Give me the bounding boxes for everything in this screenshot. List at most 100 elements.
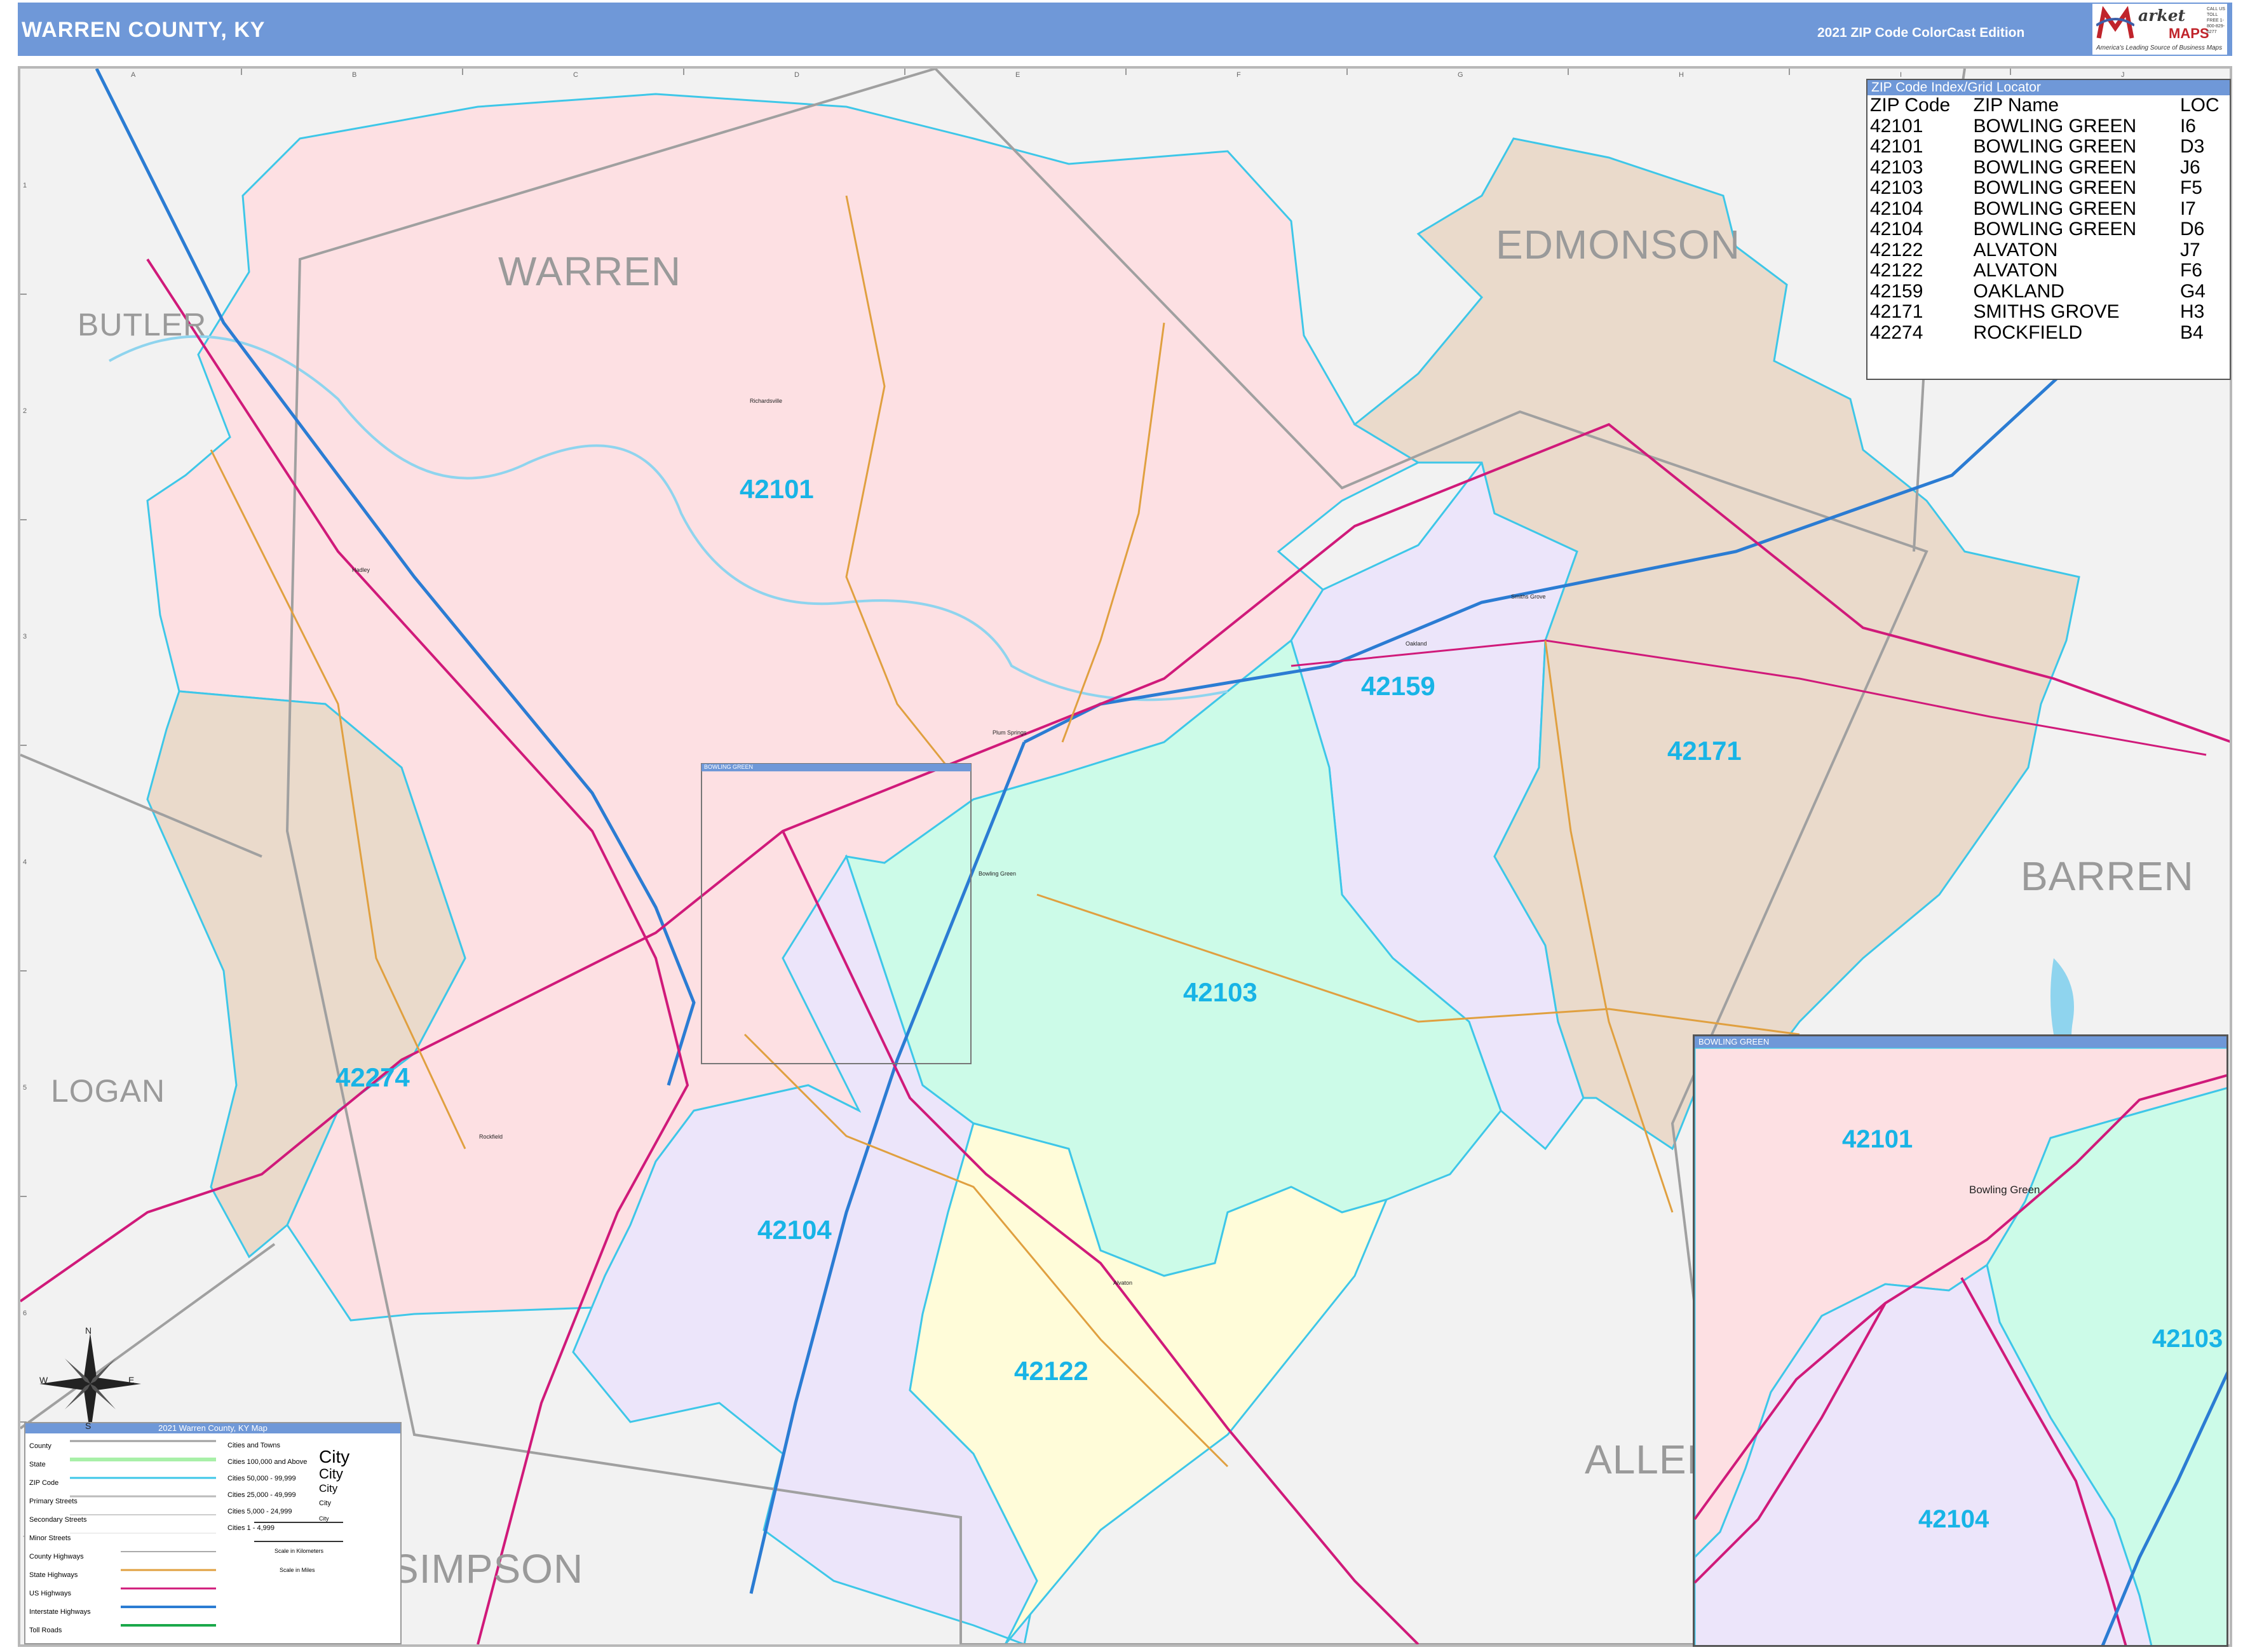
- grid-number-2: 2: [23, 407, 27, 415]
- name-cell: ALVATON: [1973, 239, 2058, 261]
- legend-city-sample: City: [319, 1482, 338, 1494]
- legend-scale-km: Scale in Kilometers: [274, 1548, 324, 1554]
- logo-maps: MAPS: [2169, 25, 2209, 41]
- compass-s: S: [85, 1421, 91, 1431]
- loc-cell: J6: [2179, 156, 2200, 178]
- legend-city-class: Cities 50,000 - 99,999: [227, 1475, 296, 1482]
- name-cell: BOWLING GREEN: [1973, 219, 2137, 240]
- grid-letter-h: H: [1679, 71, 1684, 79]
- loc-cell: I6: [2179, 115, 2196, 137]
- logo-word: arket: [2138, 6, 2186, 25]
- county-label-warren: WARREN: [498, 248, 682, 294]
- name-cell: ROCKFIELD: [1973, 322, 2083, 343]
- table-row: 42171 SMITHS GROVE H3: [1867, 301, 2230, 323]
- zip-index-col-name: ZIP Name: [1973, 95, 2059, 116]
- zip-index-title: ZIP Code Index/Grid Locator: [1867, 80, 2230, 95]
- grid-letter-d: D: [794, 71, 799, 79]
- legend-item: US Highways: [29, 1590, 72, 1597]
- bowling-green-inset[interactable]: BOWLING GREEN 42101 42103 42104 Bowling …: [1693, 1034, 2228, 1647]
- inset-zip-label-42104: 42104: [1918, 1505, 1989, 1533]
- zip-cell: 42171: [1870, 301, 1923, 322]
- inset-city-label-bowling-green: Bowling Green: [1969, 1184, 2040, 1196]
- legend-city-class: Cities 100,000 and Above: [227, 1458, 308, 1466]
- zip-label-42274: 42274: [335, 1062, 410, 1092]
- city-label-plum-springs: Plum Springs: [993, 729, 1027, 736]
- legend-cities-heading: Cities and Towns: [227, 1442, 280, 1449]
- zip-cell: 42101: [1870, 136, 1923, 157]
- county-label-edmonson: EDMONSON: [1496, 222, 1740, 267]
- table-row: 42122 ALVATON F6: [1867, 260, 2230, 281]
- grid-letter-f: F: [1237, 71, 1241, 79]
- name-cell: OAKLAND: [1973, 280, 2064, 302]
- edition-label: 2021 ZIP Code ColorCast Edition: [1817, 25, 2025, 40]
- zip-cell: 42274: [1870, 322, 1923, 343]
- name-cell: BOWLING GREEN: [1973, 115, 2137, 137]
- legend-item: ZIP Code: [29, 1479, 59, 1487]
- zip-index-table: ZIP Code ZIP Name LOC 42101 BOWLING GREEN…: [1867, 95, 2230, 343]
- legend-city-sample: City: [319, 1466, 343, 1482]
- county-label-simpson: SIMPSON: [391, 1546, 584, 1592]
- legend-city-sample: City: [319, 1500, 331, 1507]
- compass-w: W: [39, 1375, 48, 1385]
- city-label-richardsville: Richardsville: [750, 398, 783, 404]
- legend-city-sample: City: [319, 1447, 350, 1466]
- grid-letter-g: G: [1458, 71, 1463, 79]
- legend-item: Interstate Highways: [29, 1608, 91, 1616]
- table-row: 42122 ALVATON J7: [1867, 240, 2230, 261]
- county-label-barren: BARREN: [2021, 853, 2194, 899]
- table-row: 42101 BOWLING GREEN D3: [1867, 136, 2230, 158]
- name-cell: ALVATON: [1973, 260, 2058, 281]
- zip-cell: 42103: [1870, 177, 1923, 198]
- grid-letter-b: B: [352, 71, 357, 79]
- legend-item: Minor Streets: [29, 1534, 71, 1542]
- loc-cell: F5: [2179, 177, 2202, 198]
- city-label-smiths-grove: Smiths Grove: [1511, 593, 1546, 600]
- grid-number-5: 5: [23, 1084, 27, 1092]
- legend-scale-mi: Scale in Miles: [280, 1567, 315, 1573]
- zip-cell: 42159: [1870, 280, 1923, 302]
- compass-e: E: [128, 1375, 135, 1385]
- legend-item: State Highways: [29, 1571, 78, 1579]
- zip-index-col-loc: LOC: [2179, 95, 2220, 116]
- legend-city-class: Cities 5,000 - 24,999: [227, 1508, 292, 1515]
- grid-number-3: 3: [23, 633, 27, 640]
- legend-item: Primary Streets: [29, 1498, 78, 1505]
- grid-letter-i: I: [1900, 71, 1902, 79]
- table-row: 42274 ROCKFIELD B4: [1867, 322, 2230, 344]
- logo-contact: CALL US TOLL FREE 1-800-829-6277: [2207, 7, 2225, 34]
- name-cell: SMITHS GROVE: [1973, 301, 2120, 322]
- loc-cell: F6: [2179, 260, 2202, 281]
- logo-tagline: America's Leading Source of Business Map…: [2096, 44, 2223, 51]
- grid-number-1: 1: [23, 182, 27, 189]
- city-label-bowling-green: Bowling Green: [979, 870, 1017, 877]
- zip-index-header-row: ZIP Code ZIP Name LOC: [1867, 95, 2230, 116]
- name-cell: BOWLING GREEN: [1973, 136, 2137, 157]
- legend-title: 2021 Warren County, KY Map: [25, 1423, 400, 1433]
- zip-label-42171: 42171: [1667, 736, 1742, 766]
- table-row: 42159 OAKLAND G4: [1867, 281, 2230, 302]
- loc-cell: H3: [2179, 301, 2205, 322]
- zip-code-index: ZIP Code Index/Grid Locator ZIP Code ZIP…: [1866, 79, 2231, 380]
- loc-cell: J7: [2179, 239, 2200, 261]
- compass-n: N: [85, 1325, 92, 1336]
- zip-cell: 42122: [1870, 260, 1923, 281]
- table-row: 42103 BOWLING GREEN F5: [1867, 177, 2230, 199]
- table-row: 42101 BOWLING GREEN I6: [1867, 116, 2230, 137]
- county-label-logan: LOGAN: [51, 1073, 166, 1109]
- grid-letter-a: A: [131, 71, 136, 79]
- legend-city-classes: Cities and Towns Cities 100,000 and Abov…: [227, 1437, 307, 1536]
- inset-title: BOWLING GREEN: [1695, 1036, 2226, 1048]
- logo-m-icon: [2096, 6, 2134, 39]
- inset-zip-label-42101: 42101: [1842, 1125, 1913, 1153]
- legend-city-class: Cities 25,000 - 49,999: [227, 1491, 296, 1499]
- legend-item: Toll Roads: [29, 1627, 62, 1634]
- grid-number-4: 4: [23, 858, 27, 866]
- zip-cell: 42104: [1870, 198, 1923, 219]
- market-maps-logo: arket MAPS CALL US TOLL FREE 1-800-829-6…: [2092, 4, 2227, 55]
- grid-number-6: 6: [23, 1310, 27, 1317]
- zip-cell: 42101: [1870, 115, 1923, 137]
- inset-zip-label-42103: 42103: [2152, 1325, 2223, 1353]
- zip-cell: 42103: [1870, 156, 1923, 178]
- inset-locator-title: BOWLING GREEN: [704, 764, 754, 770]
- table-row: 42104 BOWLING GREEN D6: [1867, 219, 2230, 240]
